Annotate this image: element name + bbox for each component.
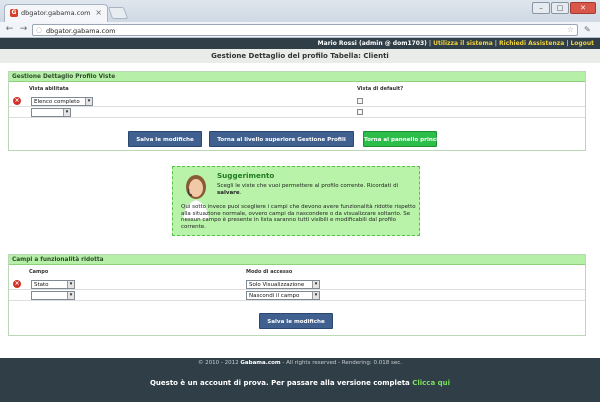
views-section-title: Gestione Dettaglio Profilo Viste [9, 72, 585, 82]
brand-name: Gabama.com [240, 360, 281, 366]
suggestion-body: Qui sotto invece puoi scegliere i campi … [181, 204, 416, 230]
suggestion-save-word: salvare [217, 189, 240, 196]
upgrade-link[interactable]: Clicca qui [412, 379, 450, 387]
mode-select[interactable]: Nascondi il campo ▾ [246, 291, 320, 300]
window-controls: – □ ✕ [531, 2, 596, 16]
bookmark-star-icon[interactable]: ☆ [567, 25, 574, 34]
mode-select-value: Nascondi il campo [249, 293, 300, 299]
tab-title: dbgator.gabama.com [21, 9, 91, 17]
user-bar: Mario Rossi (admin @ dom1703) | Utilizza… [0, 38, 600, 49]
link-use-system[interactable]: Utilizza il sistema [433, 40, 493, 47]
view-select[interactable]: Elenco completo ▾ [31, 97, 93, 106]
separator: | [566, 40, 569, 47]
field-select[interactable]: Stato ▾ [31, 280, 75, 289]
chevron-down-icon: ▾ [63, 109, 70, 116]
delete-icon[interactable]: × [13, 280, 21, 288]
suggestion-title: Suggerimento [217, 171, 275, 180]
new-tab-button[interactable] [107, 7, 129, 19]
browser-tabbar: G dbgator.gabama.com × – □ ✕ [0, 0, 600, 22]
copyright-bar: © 2010 - 2012 Gabama.com - All rights re… [0, 358, 600, 368]
field-select[interactable]: ▾ [31, 291, 75, 300]
col-field-header: Campo [29, 269, 49, 275]
trial-banner: Questo è un account di prova. Per passar… [0, 368, 600, 402]
default-checkbox[interactable] [357, 98, 363, 104]
link-request-help[interactable]: Richiedi Assistenza [499, 40, 564, 47]
gabama-favicon-icon: G [10, 9, 18, 17]
wrench-icon[interactable]: ✎ [584, 25, 591, 34]
fields-section-title: Campi a funzionalità ridotta [9, 255, 585, 265]
view-row: × Elenco completo ▾ [9, 96, 585, 107]
main-panel-button[interactable]: Torna al pannello principale [363, 131, 452, 147]
field-select-value: Stato [34, 282, 49, 288]
fields-section: Campi a funzionalità ridotta Campo Modo … [8, 254, 586, 336]
mode-select[interactable]: Solo Visualizzazione ▾ [246, 280, 320, 289]
minimize-button[interactable]: – [532, 2, 550, 14]
chevron-down-icon: ▾ [312, 292, 319, 299]
page-icon: ◌ [36, 26, 43, 34]
forward-arrow-icon[interactable]: → [18, 24, 29, 35]
copyright-pre: © 2010 - 2012 [197, 360, 239, 366]
trial-text: Questo è un account di prova. Per passar… [149, 379, 410, 387]
view-row: ▾ [9, 107, 585, 118]
chevron-down-icon: ▾ [85, 98, 92, 105]
delete-icon[interactable]: × [13, 97, 21, 105]
suggestion-line1-text: Scegli le viste che vuoi permettere al p… [217, 183, 399, 189]
field-row: × Stato ▾ Solo Visualizzazione ▾ [9, 279, 585, 290]
view-select[interactable]: ▾ [31, 108, 71, 117]
browser-tab[interactable]: G dbgator.gabama.com × [4, 4, 108, 22]
save-button[interactable]: Salva le modifiche [128, 131, 202, 147]
link-logout[interactable]: Logout [570, 40, 594, 47]
separator: | [494, 40, 497, 47]
back-to-profiles-button[interactable]: Torna al livello superiore Gestione Prof… [209, 131, 354, 147]
suggestion-box: Suggerimento Scegli le viste che vuoi pe… [172, 166, 420, 236]
chevron-down-icon: ▾ [67, 281, 74, 288]
col-default-header: Vista di default? [357, 86, 404, 92]
back-arrow-icon[interactable]: ← [4, 24, 15, 35]
maximize-button[interactable]: □ [551, 2, 569, 14]
tab-close-icon[interactable]: × [95, 8, 102, 17]
views-section: Gestione Dettaglio Profilo Viste Vista a… [8, 71, 586, 151]
separator: | [429, 40, 432, 47]
view-select-value: Elenco completo [34, 99, 80, 105]
chevron-down-icon: ▾ [67, 292, 74, 299]
chevron-down-icon: ▾ [312, 281, 319, 288]
field-row: ▾ Nascondi il campo ▾ [9, 290, 585, 301]
mode-select-value: Solo Visualizzazione [249, 282, 305, 288]
save-fields-button[interactable]: Salva le modifiche [259, 313, 333, 329]
url-text[interactable]: dbgator.gabama.com [46, 27, 116, 35]
address-bar[interactable]: ◌ dbgator.gabama.com ☆ [32, 24, 578, 36]
default-checkbox[interactable] [357, 109, 363, 115]
col-view-header: Vista abilitata [29, 86, 69, 92]
close-window-button[interactable]: ✕ [570, 2, 596, 14]
suggestion-line1: Scegli le viste che vuoi permettere al p… [217, 183, 399, 196]
col-mode-header: Modo di accesso [246, 269, 293, 275]
copyright-post: - All rights reserved - Rendering: 0.018… [282, 360, 403, 366]
user-name: Mario Rossi (admin @ dom1703) [317, 40, 427, 47]
page-title: Gestione Dettaglio del profilo Tabella: … [0, 49, 600, 63]
browser-toolbar: ← → ◌ dbgator.gabama.com ☆ ✎ [0, 22, 600, 38]
